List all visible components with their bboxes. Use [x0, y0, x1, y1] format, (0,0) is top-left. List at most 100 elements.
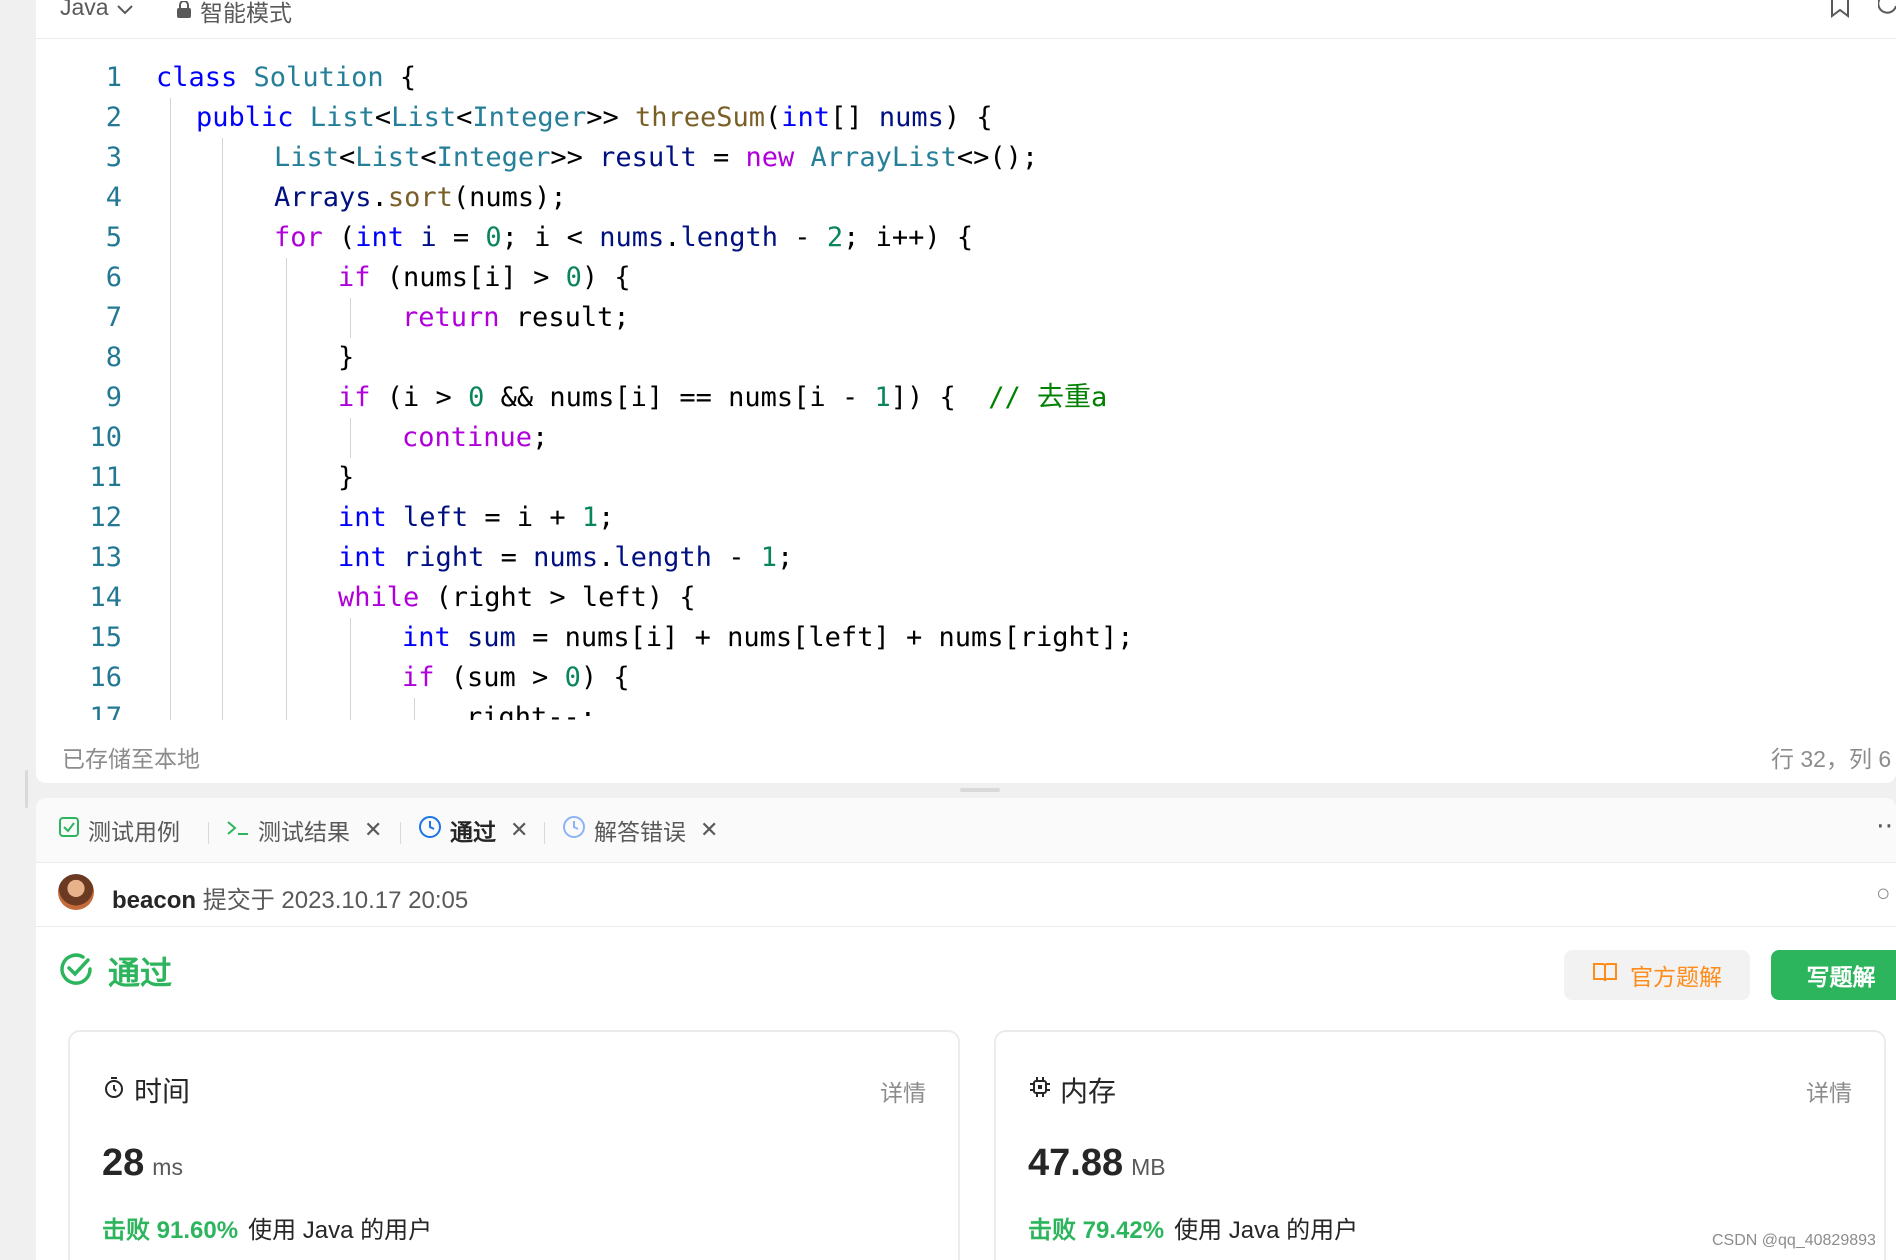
tab-testcases[interactable]: 测试用例 — [58, 798, 180, 862]
memory-beat-suffix: 使用 Java 的用户 — [1174, 1217, 1359, 1244]
close-icon[interactable]: ✕ — [700, 817, 718, 843]
code-token: nums — [599, 222, 665, 253]
code-line[interactable]: 4 Arrays.sort(nums); — [36, 178, 1896, 218]
code-line[interactable]: 12 int left = i + 1; — [36, 498, 1896, 538]
code-line[interactable]: 10 continue; — [36, 418, 1896, 458]
code-token: ArrayList — [810, 142, 957, 173]
language-select[interactable]: Java — [60, 0, 133, 21]
code-text: } — [338, 338, 354, 378]
memory-value: 47.88 MB — [1028, 1142, 1166, 1185]
clock-icon — [418, 815, 442, 845]
runtime-beat-percent: 击败 91.60% — [102, 1217, 239, 1244]
code-line[interactable]: 14 while (right > left) { — [36, 578, 1896, 618]
language-label: Java — [60, 0, 109, 20]
editor-status-bar: 已存储至本地 行 32，列 6 — [36, 740, 1896, 780]
submitted-at: 提交于 2023.10.17 20:05 — [202, 887, 469, 914]
memory-beat: 击败 79.42% 使用 Java 的用户 — [1028, 1210, 1358, 1245]
code-token: ; — [598, 502, 615, 533]
watermark: CSDN @qq_40829893 — [1712, 1232, 1876, 1249]
official-solution-button[interactable]: 官方题解 — [1564, 950, 1750, 1000]
line-number: 7 — [105, 302, 122, 333]
avatar[interactable] — [58, 874, 94, 910]
indent-guide — [414, 698, 415, 720]
horizontal-resize-handle[interactable] — [960, 788, 1000, 792]
refresh-icon[interactable]: ○ — [1876, 880, 1891, 908]
username[interactable]: beacon — [112, 887, 196, 914]
code-token: Integer — [436, 142, 551, 173]
code-area[interactable]: 1 class Solution {2 public List<List<Integ… — [36, 58, 1896, 720]
code-token: < — [339, 142, 356, 173]
code-line[interactable]: 7 return result; — [36, 298, 1896, 338]
code-line[interactable]: 6 if (nums[i] > 0) { — [36, 258, 1896, 298]
code-line[interactable]: 5 for (int i = 0; i < nums.length - 2; i+… — [36, 218, 1896, 258]
memory-number: 47.88 — [1028, 1142, 1124, 1184]
line-number: 1 — [105, 62, 122, 93]
smart-mode-toggle[interactable]: 智能模式 — [176, 0, 292, 28]
status-text: 通过 — [108, 955, 173, 991]
clock-icon — [562, 815, 586, 845]
runtime-detail-link[interactable]: 详情 — [880, 1074, 926, 1108]
line-number: 10 — [89, 422, 122, 453]
code-token: < — [420, 142, 437, 173]
close-icon[interactable]: ✕ — [510, 817, 528, 843]
memory-detail-link[interactable]: 详情 — [1806, 1074, 1852, 1108]
chevron-down-icon — [116, 0, 133, 21]
line-number: 2 — [105, 102, 122, 133]
reset-icon[interactable] — [1877, 0, 1896, 23]
code-line[interactable]: 1 class Solution { — [36, 58, 1896, 98]
code-line[interactable]: 13 int right = nums.length - 1; — [36, 538, 1896, 578]
code-text: int right = nums.length - 1; — [338, 538, 793, 578]
code-line[interactable]: 11} — [36, 458, 1896, 498]
tab-accepted[interactable]: 通过 ✕ — [418, 798, 528, 862]
code-token: - — [778, 222, 827, 253]
code-token: = nums[i] + nums[left] + nums[right]; — [515, 622, 1134, 653]
code-line[interactable]: 8} — [36, 338, 1896, 378]
code-line[interactable]: 16 if (sum > 0) { — [36, 658, 1896, 698]
line-number: 15 — [89, 622, 122, 653]
code-token: 0 — [565, 262, 582, 293]
vertical-resize-handle[interactable] — [25, 770, 28, 808]
runtime-beat: 击败 91.60% 使用 Java 的用户 — [102, 1210, 432, 1245]
code-token: = i + — [468, 502, 582, 533]
code-line[interactable]: 15 int sum = nums[i] + nums[left] + nums[… — [36, 618, 1896, 658]
code-token: ; i++) { — [843, 222, 974, 253]
more-options-icon[interactable]: ⋯ — [1876, 810, 1896, 841]
code-token: 1 — [760, 542, 777, 573]
code-text: while (right > left) { — [338, 578, 696, 618]
indent-guide — [222, 138, 223, 720]
code-text: right--; — [466, 698, 596, 720]
bookmark-icon[interactable] — [1830, 0, 1850, 23]
code-line[interactable]: 17 right--; — [36, 698, 1896, 720]
code-token: <>(); — [956, 142, 1039, 173]
code-token: } — [338, 462, 355, 493]
code-token: for — [274, 222, 323, 253]
code-token: >> — [586, 102, 635, 133]
line-number: 13 — [89, 542, 122, 573]
line-number: 11 — [89, 462, 122, 493]
code-token: . — [598, 542, 615, 573]
code-token: new — [745, 142, 795, 173]
close-icon[interactable]: ✕ — [364, 817, 382, 843]
write-solution-button[interactable]: 写题解 — [1771, 950, 1896, 1000]
code-token: >> — [550, 142, 600, 173]
code-text: for (int i = 0; i < nums.length - 2; i++… — [274, 218, 973, 258]
code-line[interactable]: 3 List<List<Integer>> result = new ArrayL… — [36, 138, 1896, 178]
memory-card: 内存 详情 47.88 MB 击败 79.42% 使用 Java 的用户 — [994, 1030, 1886, 1260]
code-line[interactable]: 2 public List<List<Integer>> threeSum(int… — [36, 98, 1896, 138]
saved-status: 已存储至本地 — [62, 746, 200, 772]
indent-guide — [350, 618, 351, 720]
code-line[interactable]: 9 if (i > 0 && nums[i] == nums[i - 1]) { … — [36, 378, 1896, 418]
tab-test-result[interactable]: 测试结果 ✕ — [226, 798, 382, 862]
lock-icon — [176, 0, 192, 25]
tab-label: 通过 — [450, 819, 496, 845]
submission-info: beacon 提交于 2023.10.17 20:05 ○ — [36, 862, 1896, 927]
chip-icon — [1028, 1074, 1052, 1106]
code-token: (nums[i] > — [370, 262, 566, 293]
code-token: . — [371, 182, 388, 213]
code-token: int — [781, 102, 831, 133]
tab-wrong-answer[interactable]: 解答错误 ✕ — [562, 798, 718, 862]
code-token: < — [456, 102, 473, 133]
